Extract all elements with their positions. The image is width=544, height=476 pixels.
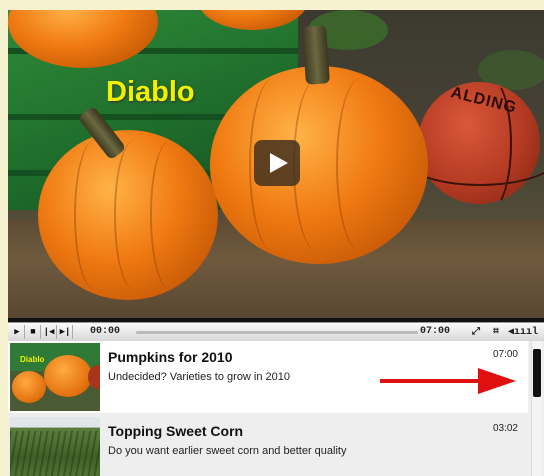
video-overlay-title: Diablo <box>106 76 195 108</box>
item-duration: 03:02 <box>492 423 518 434</box>
item-duration: 07:00 <box>492 349 518 360</box>
skip-forward-icon: ▶| <box>59 327 71 337</box>
video-viewport[interactable]: ALDING Diablo <box>8 10 544 318</box>
video-player: ALDING Diablo ▶ ■ |◀ ▶| 00:00 07:00 ⤢ ⌗ … <box>8 10 544 476</box>
previous-button[interactable]: |◀ <box>42 325 57 339</box>
stop-icon: ■ <box>30 327 36 337</box>
play-button[interactable] <box>254 140 300 186</box>
playlist-item[interactable]: Topping Sweet Corn Do you want earlier s… <box>8 415 528 476</box>
seek-bar[interactable] <box>136 331 418 334</box>
item-title: Topping Sweet Corn <box>108 423 244 439</box>
thumbnail-pumpkins: Diablo <box>10 343 100 411</box>
fit-screen-icon: ⌗ <box>493 327 499 338</box>
current-time: 00:00 <box>90 326 121 337</box>
play-icon: ▶ <box>14 327 20 337</box>
fullscreen-button[interactable]: ⤢ <box>468 325 484 339</box>
basketball: ALDING <box>398 77 544 211</box>
total-time: 07:00 <box>420 326 451 337</box>
stop-button[interactable]: ■ <box>26 325 41 339</box>
annotation-arrow-icon <box>380 368 516 394</box>
volume-icon: ◀ıııl <box>507 327 539 338</box>
pumpkin-left <box>38 130 218 300</box>
item-description: Do you want earlier sweet corn and bette… <box>108 445 347 457</box>
playlist: Diablo Pumpkins for 2010 Undecided? Vari… <box>8 341 544 476</box>
expand-icon: ⤢ <box>472 327 480 338</box>
thumbnail-sweet-corn <box>10 417 100 476</box>
playlist-scrollbar[interactable] <box>531 341 542 476</box>
item-title: Pumpkins for 2010 <box>108 349 233 365</box>
volume-control[interactable]: ◀ıııl <box>508 325 538 339</box>
fit-screen-button[interactable]: ⌗ <box>488 325 504 339</box>
next-button[interactable]: ▶| <box>58 325 73 339</box>
play-icon <box>270 153 288 173</box>
skip-back-icon: |◀ <box>43 327 55 337</box>
scroll-thumb[interactable] <box>533 349 541 397</box>
thumbnail-label: Diablo <box>20 355 45 364</box>
play-control-button[interactable]: ▶ <box>10 325 25 339</box>
item-description: Undecided? Varieties to grow in 2010 <box>108 371 291 383</box>
control-bar: ▶ ■ |◀ ▶| 00:00 07:00 ⤢ ⌗ ◀ıııl <box>8 322 544 342</box>
pumpkin-large <box>210 66 428 264</box>
